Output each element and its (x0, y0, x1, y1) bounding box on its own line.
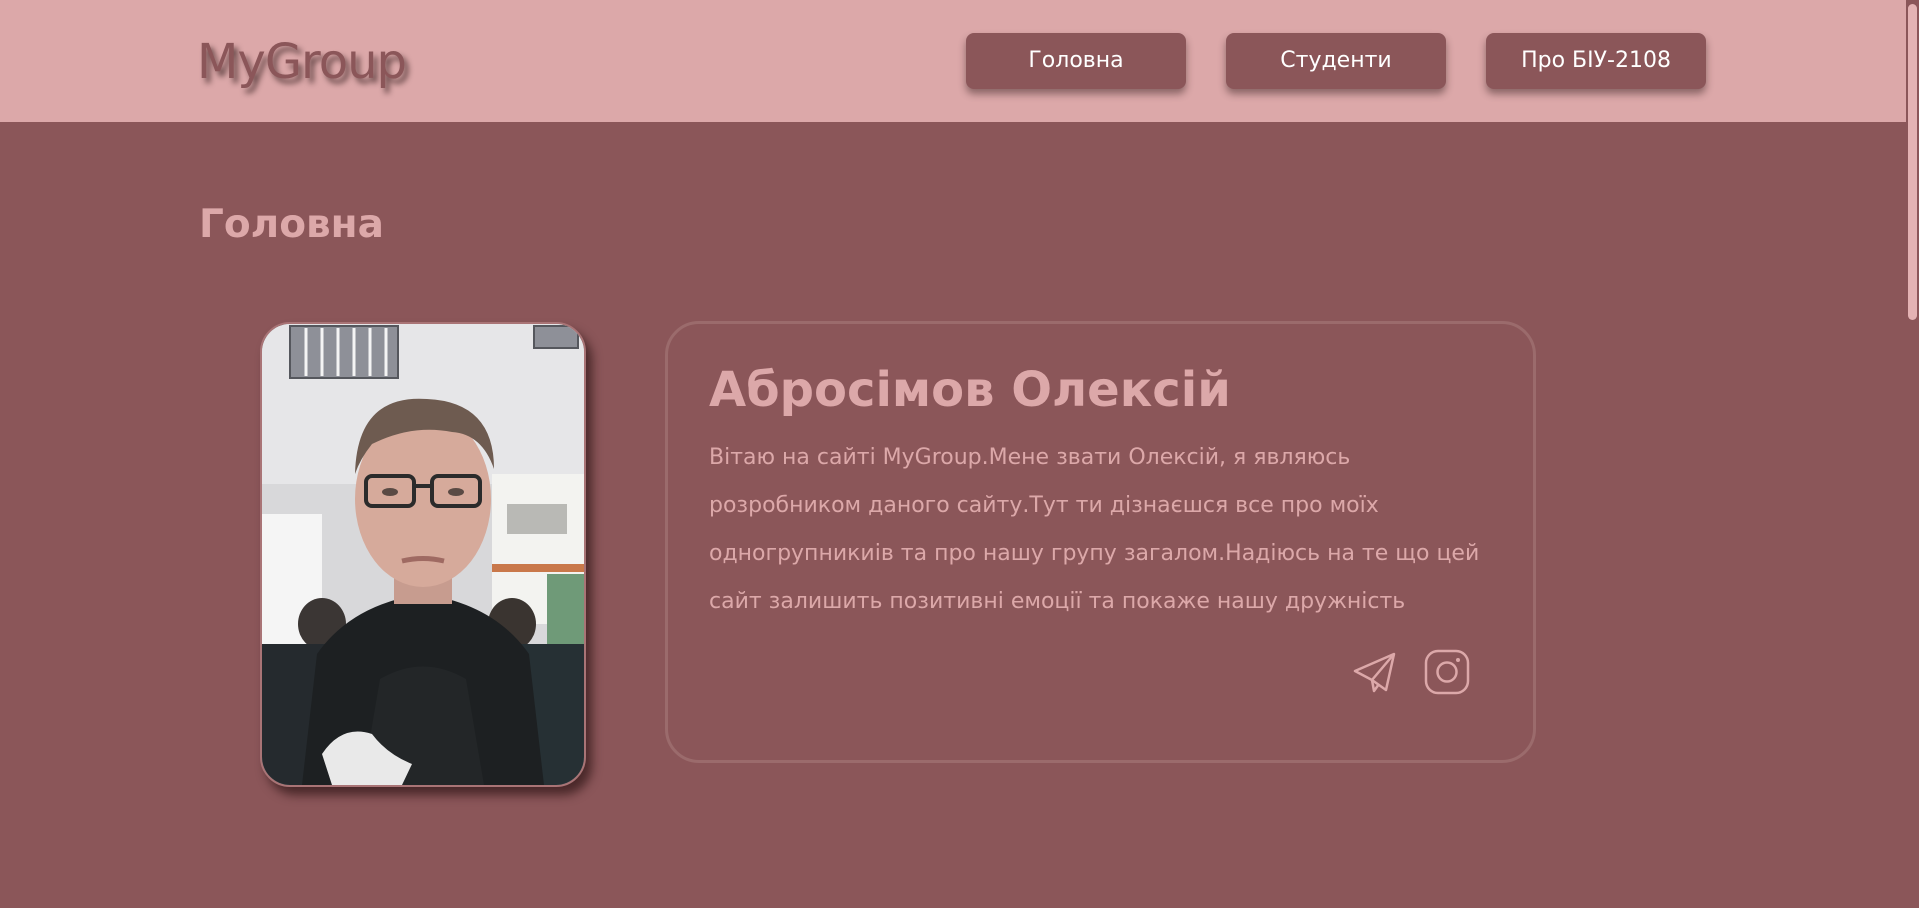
telegram-icon[interactable] (1352, 650, 1398, 698)
instagram-icon[interactable] (1424, 649, 1470, 699)
profile-photo (260, 322, 586, 787)
profile-name: Абросімов Олексій (709, 362, 1231, 418)
profile-photo-image (262, 324, 584, 785)
page-title: Головна (199, 202, 384, 247)
nav-about-button[interactable]: Про БІУ-2108 (1486, 33, 1706, 89)
profile-bio: Вітаю на сайті MyGroup.Мене звати Олексі… (709, 445, 1480, 614)
site-logo[interactable]: MyGroup (197, 34, 407, 90)
scrollbar-thumb[interactable] (1908, 4, 1917, 320)
nav-home-button[interactable]: Головна (966, 33, 1186, 89)
nav-students-button[interactable]: Студенти (1226, 33, 1446, 89)
